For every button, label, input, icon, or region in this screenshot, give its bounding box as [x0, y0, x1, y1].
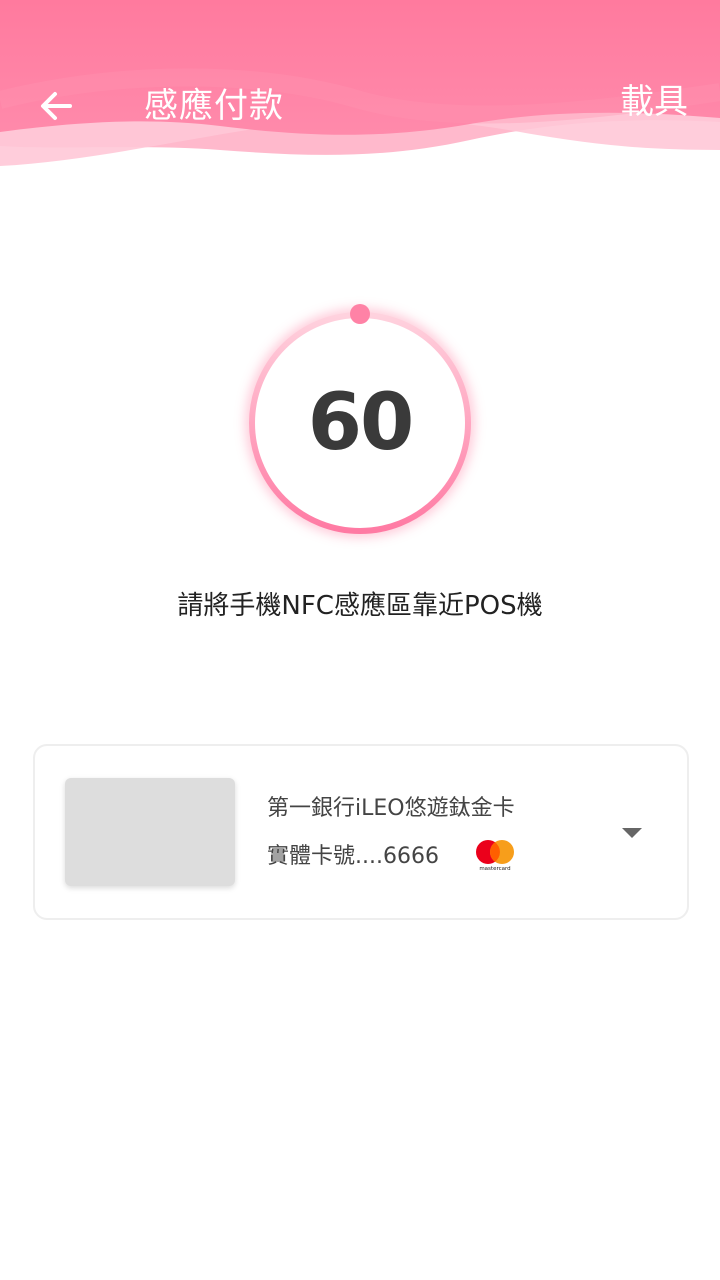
header-bar: 感應付款 載具: [0, 0, 720, 175]
page-title: 感應付款: [144, 86, 284, 126]
nfc-instruction-text: 請將手機NFC感應區靠近POS機: [177, 591, 543, 621]
header-wave-background: [0, 0, 720, 175]
carrier-button[interactable]: 載具: [620, 78, 688, 126]
svg-text:mastercard: mastercard: [479, 866, 510, 872]
arrow-left-icon: [41, 92, 72, 120]
chevron-down-icon[interactable]: [621, 826, 643, 840]
back-button[interactable]: [28, 78, 84, 134]
countdown-value: 60: [307, 378, 415, 468]
card-name: 第一銀行iLEO悠遊鈦金卡: [267, 796, 515, 821]
countdown-timer: 60: [240, 303, 480, 543]
mastercard-icon: mastercard: [476, 840, 514, 872]
card-selector[interactable]: 第一銀行iLEO悠遊鈦金卡 實體卡號....6666 mastercard: [33, 744, 689, 920]
card-number: 實體卡號....6666: [267, 844, 439, 869]
nfc-payment-screen: 感應付款 載具 60 請將手機NFC感應區靠近POS機 第一銀行iLEO悠遊鈦金…: [0, 0, 720, 1280]
card-image: [65, 778, 235, 886]
